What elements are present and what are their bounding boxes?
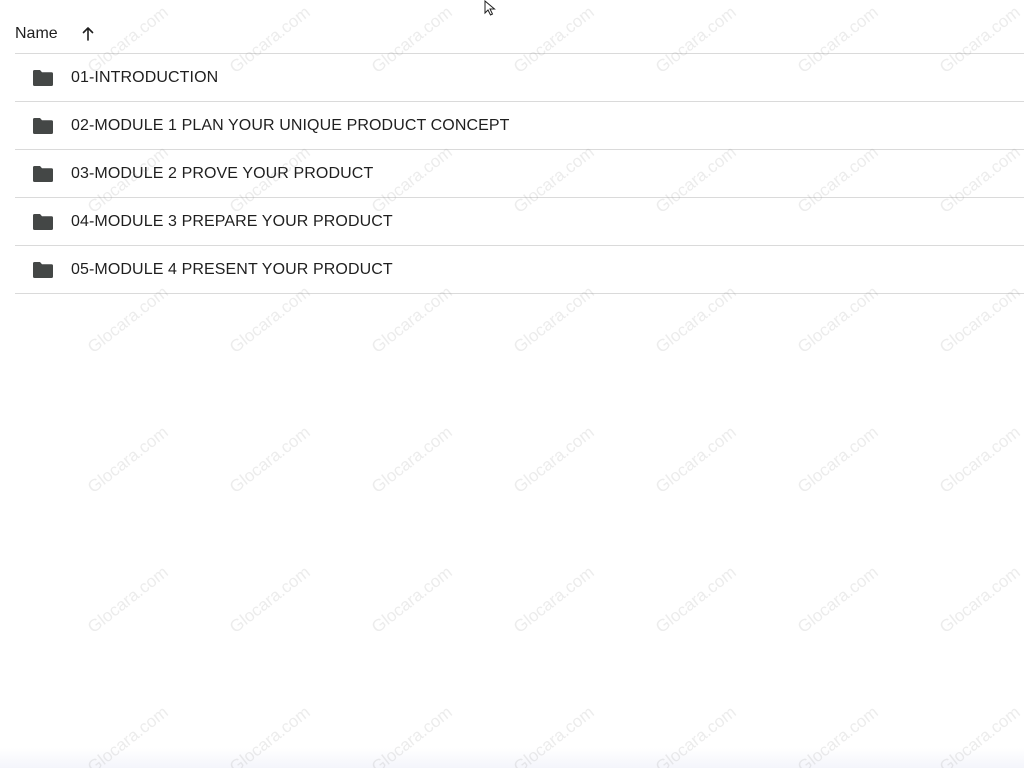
- watermark-text: Glocara.com: [936, 422, 1024, 497]
- folder-row[interactable]: 03-MODULE 2 PROVE YOUR PRODUCT: [15, 150, 1024, 198]
- bottom-edge: [0, 748, 1024, 768]
- watermark-text: Glocara.com: [84, 562, 172, 637]
- folder-row[interactable]: 02-MODULE 1 PLAN YOUR UNIQUE PRODUCT CON…: [15, 102, 1024, 150]
- folder-name: 04-MODULE 3 PREPARE YOUR PRODUCT: [71, 212, 393, 230]
- watermark-text: Glocara.com: [226, 422, 314, 497]
- watermark-text: Glocara.com: [368, 422, 456, 497]
- folder-row[interactable]: 01-INTRODUCTION: [15, 54, 1024, 102]
- watermark-text: Glocara.com: [652, 422, 740, 497]
- watermark-text: Glocara.com: [794, 422, 882, 497]
- watermark-text: Glocara.com: [84, 422, 172, 497]
- column-header: Name: [15, 14, 1024, 54]
- watermark-text: Glocara.com: [510, 422, 598, 497]
- folder-row[interactable]: 04-MODULE 3 PREPARE YOUR PRODUCT: [15, 198, 1024, 246]
- folder-icon: [32, 165, 54, 183]
- folder-name: 05-MODULE 4 PRESENT YOUR PRODUCT: [71, 260, 393, 278]
- watermark-text: Glocara.com: [226, 562, 314, 637]
- watermark-text: Glocara.com: [368, 562, 456, 637]
- name-column-header[interactable]: Name: [15, 25, 58, 43]
- folder-icon: [32, 261, 54, 279]
- folder-icon: [32, 213, 54, 231]
- folder-name: 01-INTRODUCTION: [71, 68, 219, 86]
- folder-icon: [32, 69, 54, 87]
- watermark-text: Glocara.com: [510, 562, 598, 637]
- watermark-text: Glocara.com: [936, 562, 1024, 637]
- watermark-text: Glocara.com: [794, 562, 882, 637]
- folder-icon: [32, 117, 54, 135]
- watermark-text: Glocara.com: [652, 562, 740, 637]
- mouse-pointer-icon: [484, 0, 496, 16]
- arrow-up-icon[interactable]: [80, 26, 96, 42]
- folder-row[interactable]: 05-MODULE 4 PRESENT YOUR PRODUCT: [15, 246, 1024, 294]
- folder-list: 01-INTRODUCTION 02-MODULE 1 PLAN YOUR UN…: [15, 54, 1024, 294]
- folder-name: 02-MODULE 1 PLAN YOUR UNIQUE PRODUCT CON…: [71, 116, 510, 134]
- folder-name: 03-MODULE 2 PROVE YOUR PRODUCT: [71, 164, 374, 182]
